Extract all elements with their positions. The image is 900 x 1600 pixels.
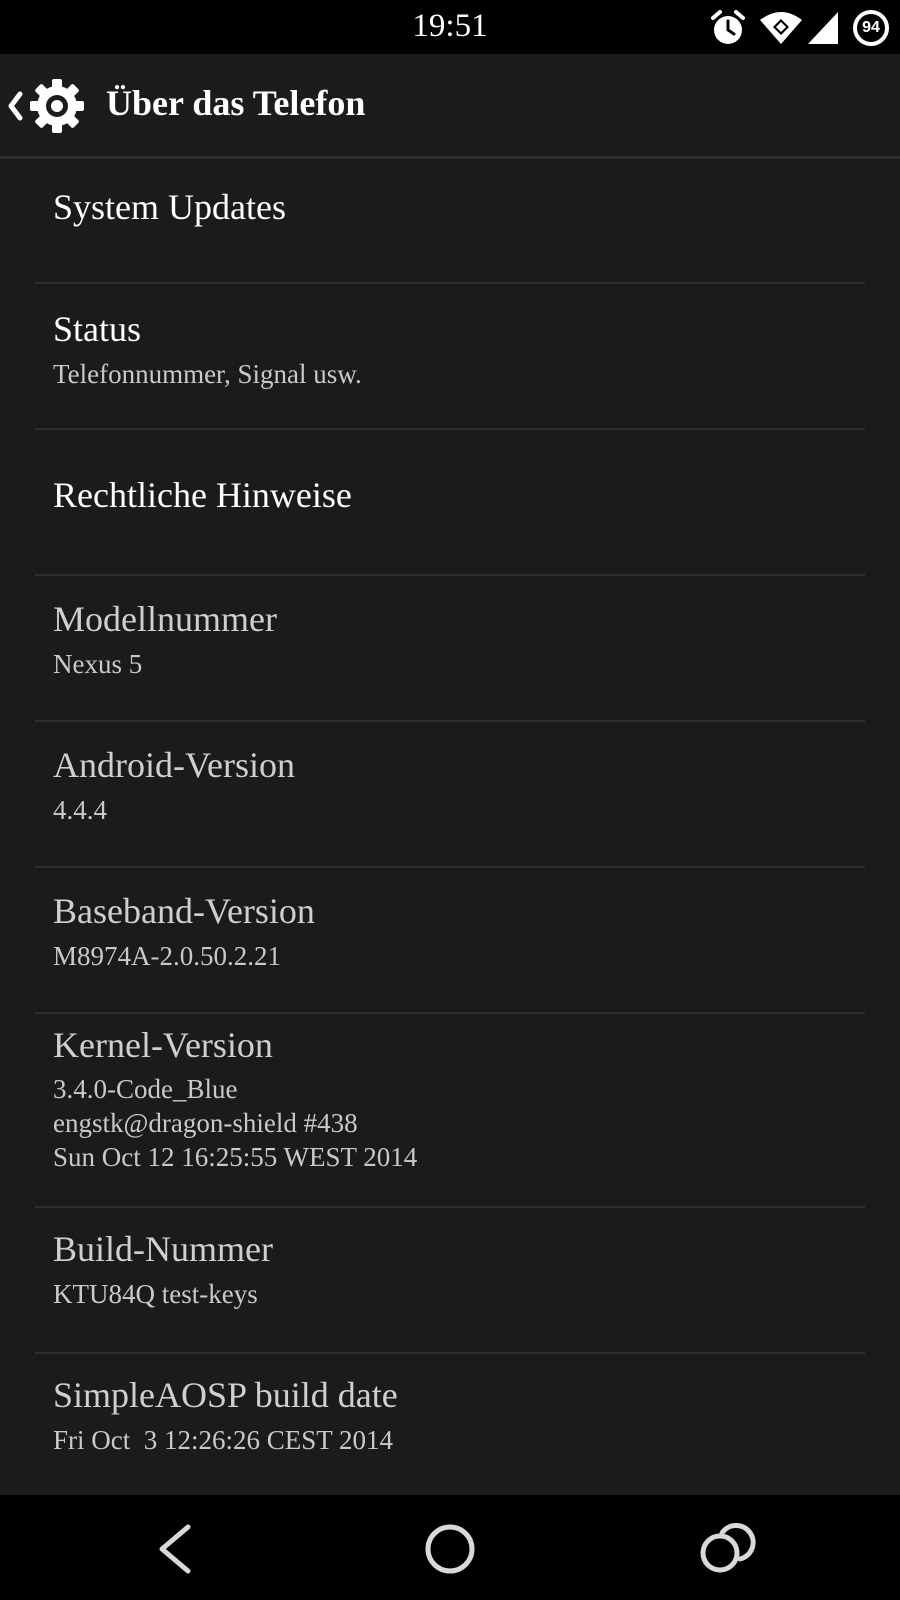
item-summary: Nexus 5 [53,649,143,679]
item-title: Rechtliche Hinweise [53,475,352,515]
list-item-simpleaosp-build-date: SimpleAOSP build date Fri Oct 3 12:26:26… [0,1354,900,1495]
list-item-android-version[interactable]: Android-Version 4.4.4 [0,722,900,866]
list-item-model: Modellnummer Nexus 5 [0,576,900,720]
up-button[interactable] [4,74,88,138]
item-summary: M8974A-2.0.50.2.21 [53,941,281,971]
page-title: Über das Telefon [106,83,366,123]
alarm-clock-icon [708,8,748,48]
settings-list: System Updates Status Telefonnummer, Sig… [0,159,900,1495]
item-title: Kernel-Version [53,1025,273,1065]
item-summary-line: 3.4.0-Code_Blue [53,1074,238,1104]
battery-circle-icon: 94 [852,9,890,47]
home-icon[interactable] [418,1517,482,1581]
item-title: Baseband-Version [53,891,315,931]
item-title: System Updates [53,187,286,227]
gear-icon [26,74,88,138]
chevron-left-icon [4,74,26,138]
item-summary: KTU84Q test-keys [53,1279,258,1309]
item-title: Status [53,309,142,349]
list-item-build-number[interactable]: Build-Nummer KTU84Q test-keys [0,1208,900,1352]
item-summary: 4.4.4 [53,795,107,825]
navigation-bar [0,1495,900,1600]
wifi-icon [758,10,804,46]
recents-icon[interactable] [694,1517,758,1581]
list-item-kernel: Kernel-Version 3.4.0-Code_Blue engstk@dr… [0,1014,900,1206]
item-title: Modellnummer [53,599,277,639]
item-summary-line: engstk@dragon-shield #438 [53,1108,358,1138]
list-item-legal[interactable]: Rechtliche Hinweise [0,430,900,574]
item-summary-line: Sun Oct 12 16:25:55 WEST 2014 [53,1142,418,1172]
back-icon[interactable] [142,1517,206,1581]
item-title: Android-Version [53,745,295,785]
status-icons: 94 [708,8,890,48]
battery-level: 94 [862,19,880,36]
list-item-baseband: Baseband-Version M8974A-2.0.50.2.21 [0,868,900,1012]
status-bar: 19:51 94 [0,0,900,54]
list-item-status[interactable]: Status Telefonnummer, Signal usw. [0,284,900,428]
item-summary: Telefonnummer, Signal usw. [53,359,362,389]
item-title: SimpleAOSP build date [53,1375,398,1415]
item-title: Build-Nummer [53,1229,273,1269]
list-item-system-updates[interactable]: System Updates [0,159,900,283]
cell-signal-icon [806,10,840,46]
item-summary: Fri Oct 3 12:26:26 CEST 2014 [53,1425,394,1455]
